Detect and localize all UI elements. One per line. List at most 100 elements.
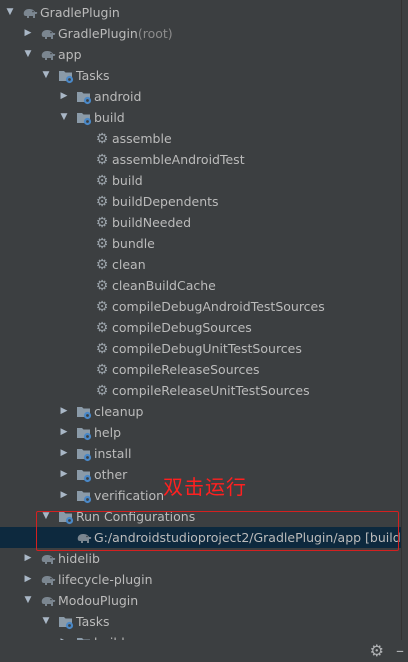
tree-row[interactable]: ▶⚙build [0, 170, 402, 191]
task-folder-icon [76, 110, 92, 126]
task-folder-icon [58, 68, 74, 84]
expand-arrow-right-icon[interactable]: ▶ [58, 401, 70, 422]
tree-row[interactable]: ▶ hidelib [0, 548, 402, 569]
tree-row-label: Tasks [76, 68, 110, 83]
tree-row-label: Tasks [76, 614, 110, 629]
task-folder-icon [76, 425, 92, 441]
root-suffix-label: (root) [137, 26, 173, 41]
expand-arrow-down-icon[interactable]: ▼ [22, 590, 34, 611]
tree-row-label: GradlePlugin [58, 26, 138, 41]
tree-row[interactable]: ▶⚙clean [0, 254, 402, 275]
expand-arrow-right-icon[interactable]: ▶ [58, 422, 70, 443]
gear-icon: ⚙ [95, 277, 109, 294]
tree-row[interactable]: ▶⚙assemble [0, 128, 402, 149]
tree-row[interactable]: ▶⚙compileReleaseUnitTestSources [0, 380, 402, 401]
gradle-elephant-icon [40, 26, 56, 42]
settings-gear-icon[interactable]: ⚙ [370, 641, 384, 660]
tree-row[interactable]: ▶ cleanup [0, 401, 402, 422]
task-folder-icon [76, 446, 92, 462]
gear-icon: ⚙ [95, 151, 109, 168]
tree-row-label: android [94, 89, 142, 104]
tree-row-label: clean [112, 257, 146, 272]
tree-row-label: GradlePlugin [40, 5, 120, 20]
expand-arrow-right-icon[interactable]: ▶ [22, 548, 34, 569]
tree-row-label: build [112, 173, 143, 188]
gear-icon: ⚙ [95, 172, 109, 189]
tree-row[interactable]: ▼ GradlePlugin [0, 2, 402, 23]
expand-arrow-down-icon[interactable]: ▼ [58, 107, 70, 128]
tree-row-label: compileDebugUnitTestSources [112, 341, 302, 356]
tree-row[interactable]: ▼ build [0, 107, 402, 128]
tree-row-label: cleanBuildCache [112, 278, 216, 293]
tree-row[interactable]: ▶ lifecycle-plugin [0, 569, 402, 590]
gear-icon: ⚙ [95, 382, 109, 399]
gear-icon: ⚙ [95, 319, 109, 336]
tree-row-label: compileDebugSources [112, 320, 252, 335]
tree-row-label: assemble [112, 131, 172, 146]
scrollbar-strip[interactable] [401, 0, 408, 662]
tree-row-label: bundle [112, 236, 155, 251]
tree-row-label: ModouPlugin [58, 593, 139, 608]
gear-icon: ⚙ [95, 130, 109, 147]
tree-row[interactable]: ▶ GradlePlugin (root) [0, 23, 402, 44]
gradle-elephant-icon [40, 551, 56, 567]
bottom-toolbar: ⚙ – [0, 640, 404, 662]
expand-arrow-down-icon[interactable]: ▼ [22, 44, 34, 65]
tree-row-label: compileReleaseSources [112, 362, 260, 377]
expand-arrow-right-icon[interactable]: ▶ [58, 86, 70, 107]
expand-arrow-right-icon[interactable]: ▶ [22, 569, 34, 590]
tree-row[interactable]: ▶⚙compileDebugSources [0, 317, 402, 338]
gear-icon: ⚙ [95, 235, 109, 252]
tree-row[interactable]: ▶⚙buildNeeded [0, 212, 402, 233]
task-folder-icon [76, 404, 92, 420]
task-folder-icon [76, 488, 92, 504]
tree-row[interactable]: ▼ Tasks [0, 65, 402, 86]
tree-row[interactable]: ▶⚙compileDebugUnitTestSources [0, 338, 402, 359]
tree-row[interactable]: ▶⚙compileReleaseSources [0, 359, 402, 380]
tree-row-label: buildNeeded [112, 215, 192, 230]
tree-row-label: compileReleaseUnitTestSources [112, 383, 310, 398]
tree-row[interactable]: ▶⚙compileDebugAndroidTestSources [0, 296, 402, 317]
tree-row-label: hidelib [58, 551, 100, 566]
tree-row-label: other [94, 467, 128, 482]
annotation-text: 双击运行 [163, 475, 247, 499]
tree-row[interactable]: ▶⚙bundle [0, 233, 402, 254]
tree-row[interactable]: ▼ Tasks [0, 611, 402, 632]
tree-row-label: build [94, 110, 125, 125]
gradle-elephant-icon [22, 5, 38, 21]
expand-arrow-down-icon[interactable]: ▼ [40, 611, 52, 632]
expand-arrow-down-icon[interactable]: ▼ [4, 2, 16, 23]
gear-icon: ⚙ [95, 256, 109, 273]
gear-icon: ⚙ [95, 214, 109, 231]
tree-row[interactable]: ▶⚙cleanBuildCache [0, 275, 402, 296]
tree-row[interactable]: ▶ help [0, 422, 402, 443]
tree-row-label: compileDebugAndroidTestSources [112, 299, 325, 314]
gradle-elephant-icon [40, 47, 56, 63]
task-folder-icon [76, 89, 92, 105]
gear-icon: ⚙ [95, 193, 109, 210]
tree-row[interactable]: ▶ android [0, 86, 402, 107]
gear-icon: ⚙ [95, 340, 109, 357]
expand-arrow-right-icon[interactable]: ▶ [22, 23, 34, 44]
expand-arrow-right-icon[interactable]: ▶ [58, 464, 70, 485]
tree-row[interactable]: ▼ ModouPlugin [0, 590, 402, 611]
gradle-elephant-icon [40, 593, 56, 609]
tree-row[interactable]: ▼ app [0, 44, 402, 65]
gradle-elephant-icon [40, 572, 56, 588]
task-folder-icon [58, 614, 74, 630]
gear-icon: ⚙ [95, 298, 109, 315]
task-folder-icon [76, 467, 92, 483]
expand-arrow-right-icon[interactable]: ▶ [58, 443, 70, 464]
tree-row[interactable]: ▶⚙buildDependents [0, 191, 402, 212]
tree-row-label: help [94, 425, 122, 440]
expand-arrow-right-icon[interactable]: ▶ [58, 485, 70, 506]
tree-row-label: lifecycle-plugin [58, 572, 153, 587]
expand-arrow-down-icon[interactable]: ▼ [40, 65, 52, 86]
gear-icon: ⚙ [95, 361, 109, 378]
gradle-task-tree: ▼ GradlePlugin ▶ GradlePlugin (root) ▼ app ▼ Ta… [0, 2, 406, 653]
minus-icon[interactable]: – [396, 641, 404, 660]
tree-row[interactable]: ▶⚙assembleAndroidTest [0, 149, 402, 170]
tree-row[interactable]: ▶ install [0, 443, 402, 464]
annotation-highlight-box [36, 511, 399, 551]
tree-row-label: verification [94, 488, 165, 503]
